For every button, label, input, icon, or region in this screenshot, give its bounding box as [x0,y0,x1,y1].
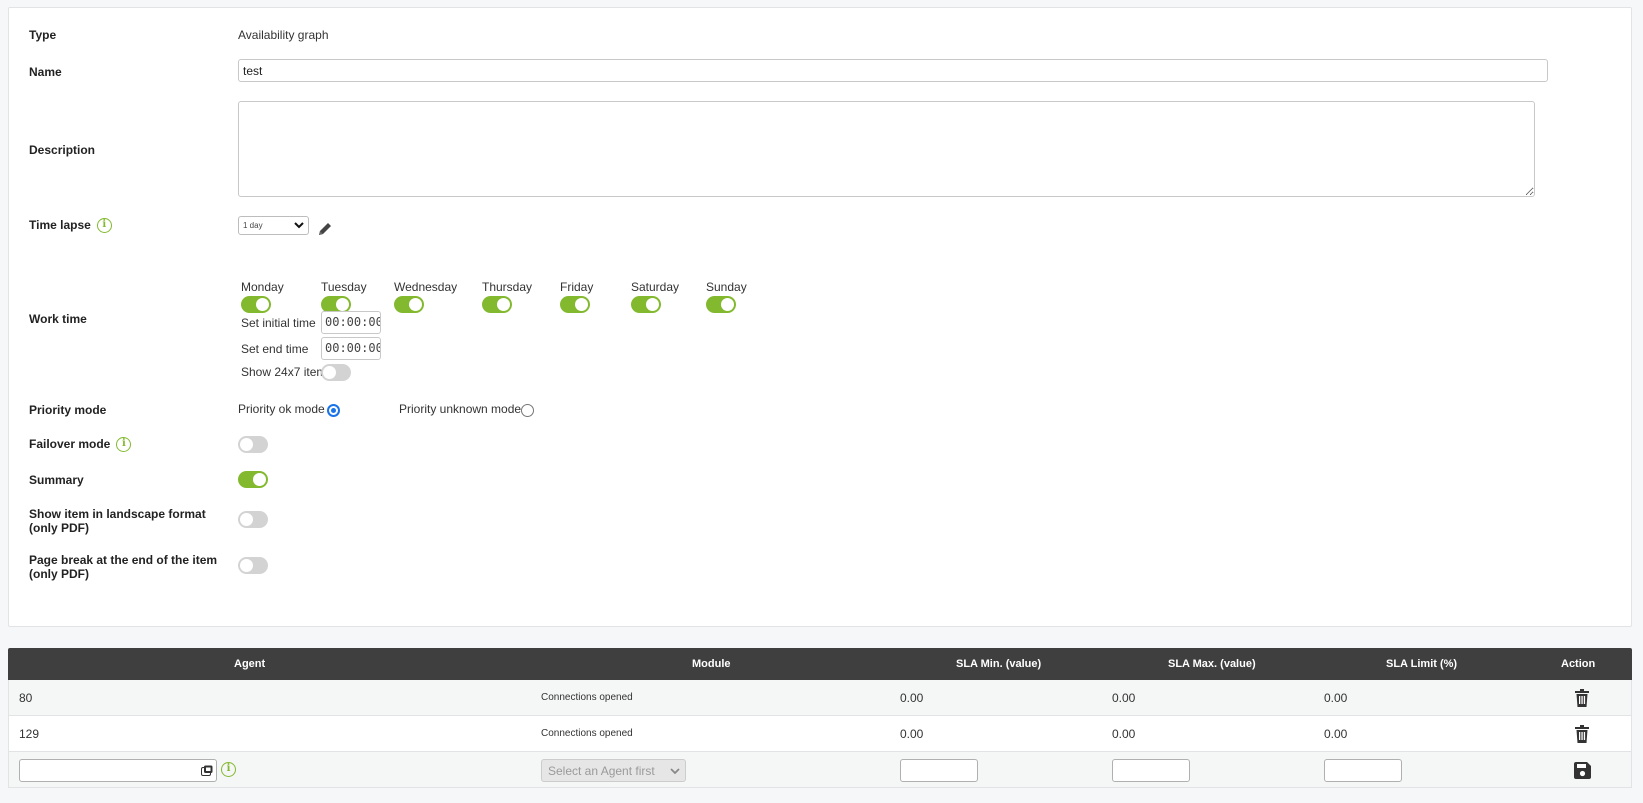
day-label: Wednesday [394,280,458,294]
day-toggle-thursday[interactable] [482,296,512,313]
trash-icon[interactable] [1574,725,1590,743]
sla-limit-cell: 0.00 [1324,691,1348,705]
day-toggle-saturday[interactable] [631,296,661,313]
description-textarea[interactable] [238,101,1535,197]
summary-label: Summary [29,473,84,487]
agent-cell: 80 [19,691,33,705]
show-24x7-label: Show 24x7 item [241,365,327,379]
info-icon[interactable]: i [116,437,132,453]
col-module: Module [692,658,731,670]
day-tuesday: Tuesday [321,280,367,313]
landscape-label: Show item in landscape format (only PDF) [29,507,206,535]
time-lapse-label: Time lapse i [29,218,112,234]
col-sla-limit: SLA Limit (%) [1386,658,1458,670]
agent-search-input[interactable] [19,759,217,782]
sla-max-cell: 0.00 [1112,691,1136,705]
failover-mode-toggle[interactable] [238,436,268,453]
module-select-placeholder: Select an Agent first [548,764,655,778]
end-time-input[interactable]: 00:00:00 [321,337,381,360]
type-label: Type [29,28,57,42]
day-toggle-monday[interactable] [241,296,271,313]
sla-max-cell: 0.00 [1112,727,1136,741]
day-label: Sunday [706,280,747,294]
day-thursday: Thursday [482,280,532,313]
col-agent: Agent [234,658,266,670]
col-sla-min: SLA Min. (value) [956,658,1042,670]
day-monday: Monday [241,280,284,313]
sla-limit-input[interactable] [1324,759,1402,782]
time-lapse-value: 1 day [243,221,263,230]
failover-mode-label: Failover mode i [29,437,132,453]
day-saturday: Saturday [631,280,679,313]
landscape-label-line1: Show item in landscape format [29,507,206,521]
agent-cell: 129 [19,727,40,741]
time-lapse-select[interactable]: 1 day [238,216,309,235]
priority-ok-radio[interactable] [327,404,340,417]
initial-time-input[interactable]: 00:00:00 [321,311,381,334]
day-sunday: Sunday [706,280,747,313]
day-friday: Friday [560,280,593,313]
name-input[interactable] [238,59,1548,82]
chevron-down-icon [294,222,304,229]
day-label: Monday [241,280,284,294]
priority-mode-label: Priority mode [29,403,107,417]
day-toggle-wednesday[interactable] [394,296,424,313]
module-select[interactable]: Select an Agent first [541,759,686,782]
pagebreak-label: Page break at the end of the item (only … [29,553,217,581]
agent-picker-icon[interactable] [201,765,213,776]
end-time-label: Set end time [241,342,309,356]
type-value: Availability graph [238,28,329,42]
summary-toggle[interactable] [238,471,268,488]
pagebreak-label-line1: Page break at the end of the item [29,553,218,567]
table-header: Agent Module SLA Min. (value) SLA Max. (… [8,648,1632,680]
col-sla-max: SLA Max. (value) [1168,658,1256,670]
priority-ok-label: Priority ok mode [238,402,325,416]
col-action: Action [1561,658,1596,670]
day-label: Thursday [482,280,533,294]
sla-limit-cell: 0.00 [1324,727,1348,741]
sla-items-table: Agent Module SLA Min. (value) SLA Max. (… [8,648,1632,788]
info-icon[interactable]: i [96,218,112,234]
table-row: 80 Connections opened 0.00 0.00 0.00 [8,680,1632,716]
name-label: Name [29,65,62,79]
initial-time-label: Set initial time [241,316,316,330]
landscape-toggle[interactable] [238,511,268,528]
time-lapse-label-text: Time lapse [29,218,91,232]
table-row: 129 Connections opened 0.00 0.00 0.00 [8,716,1632,752]
pagebreak-toggle[interactable] [238,557,268,574]
report-item-form: Type Availability graph Name Description… [8,7,1632,627]
failover-mode-label-text: Failover mode [29,437,111,451]
day-toggle-friday[interactable] [560,296,590,313]
priority-unknown-label: Priority unknown mode [399,402,522,416]
info-icon[interactable]: i [221,762,236,777]
priority-unknown-radio[interactable] [521,404,534,417]
module-cell: Connections opened [541,728,633,739]
trash-icon[interactable] [1574,689,1590,707]
sla-min-cell: 0.00 [900,727,924,741]
sla-min-cell: 0.00 [900,691,924,705]
landscape-label-line2: (only PDF) [29,521,89,535]
description-label: Description [29,143,96,157]
day-label: Friday [560,280,594,294]
show-24x7-toggle[interactable] [321,364,351,381]
day-wednesday: Wednesday [394,280,457,313]
day-label: Saturday [631,280,680,294]
sla-max-input[interactable] [1112,759,1190,782]
module-cell: Connections opened [541,692,633,703]
day-toggle-sunday[interactable] [706,296,736,313]
floppy-disk-icon[interactable] [1574,762,1591,779]
work-time-label: Work time [29,312,87,326]
sla-min-input[interactable] [900,759,978,782]
new-item-row: i Select an Agent first [8,752,1632,788]
chevron-down-icon [670,768,680,775]
pencil-icon[interactable] [317,221,333,237]
day-label: Tuesday [321,280,367,294]
pagebreak-label-line2: (only PDF) [29,567,89,581]
